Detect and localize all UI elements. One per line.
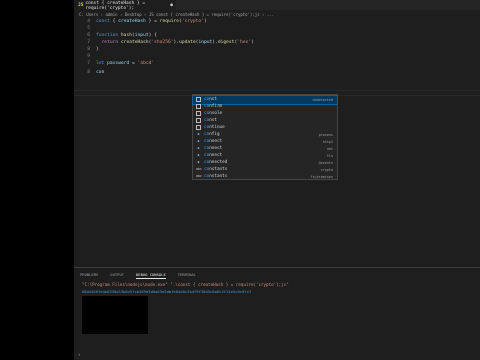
javascript-file-icon: JS	[78, 3, 84, 8]
suggestion-detail: @events	[318, 160, 333, 165]
line-number: 5	[87, 26, 90, 31]
suggestion-label: nfirm	[209, 104, 223, 110]
code-token: input	[198, 40, 213, 45]
code-token: require	[159, 19, 180, 24]
method-icon: ◆	[197, 132, 200, 137]
code-token: )	[203, 19, 207, 24]
editor-tab-label: const { createHash } = require('crypto')…	[85, 0, 146, 11]
terminal-overlay	[82, 296, 148, 334]
method-icon: ◆	[197, 146, 200, 151]
line-number: 8	[87, 47, 90, 52]
breadcrumb[interactable]: C: Users › admin › Desktop › JS const { …	[79, 12, 274, 17]
code-token: let	[96, 61, 108, 66]
console-prompt-icon[interactable]: ›	[78, 353, 81, 358]
suggestion-label: nnect	[209, 153, 223, 159]
suggestion-label: nst	[209, 118, 217, 124]
code-token: 'crypto'	[181, 19, 204, 24]
suggestion-label: nfig	[209, 132, 220, 138]
method-icon: ◆	[197, 160, 200, 165]
code-token: digest	[217, 40, 235, 45]
line-number: 7	[87, 40, 90, 45]
code-token: const	[96, 19, 113, 24]
keyword-icon	[196, 111, 201, 117]
code-line[interactable]: }	[96, 47, 99, 52]
suggestion-label: nstants	[209, 167, 228, 173]
panel-tab[interactable]: OUTPUT	[110, 272, 124, 279]
code-token: update	[179, 40, 196, 45]
code-line[interactable]: let password = 'abcd'	[96, 61, 154, 66]
tab-bar: JS const { createHash } = require('crypt…	[74, 0, 480, 11]
text-icon: abc	[196, 167, 202, 172]
bottom-panel: PROBLEMS OUTPUT DEBUG CONSOLE TERMINAL "C:\…	[74, 267, 480, 360]
debug-command-line: "C:\Program Files\nodejs\node.exe" ".\co…	[82, 282, 289, 287]
panel-tab[interactable]: DEBUG CONSOLE	[136, 272, 166, 279]
suggestion-label: nstants	[209, 174, 228, 180]
code-token: password	[107, 61, 130, 66]
panel-tabs: PROBLEMS OUTPUT DEBUG CONSOLE TERMINAL	[80, 272, 196, 279]
method-icon: ◆	[197, 139, 200, 144]
method-icon: ◆	[197, 153, 200, 158]
line-number: 4	[87, 19, 90, 24]
panel-tab[interactable]: PROBLEMS	[80, 272, 98, 279]
editor-tab[interactable]: JS const { createHash } = require('crypt…	[74, 0, 176, 11]
code-token: 'hex'	[237, 40, 252, 45]
code-editor[interactable]: 4 const { createHash } = require('crypto'…	[74, 19, 480, 267]
code-token: createHash	[118, 19, 146, 24]
suggestion-detail: Undetected	[312, 97, 333, 102]
suggestion-label: nst	[209, 97, 217, 103]
code-token: 'sha256'	[151, 40, 174, 45]
debug-output-line: 88d4266fd4e6338d13b845fcb289d3d8a63e5dbf…	[82, 289, 252, 294]
suggestion-label: nnect	[209, 139, 223, 145]
code-token: hash	[120, 33, 132, 38]
code-token: =	[129, 61, 138, 66]
code-token: }	[96, 47, 99, 52]
code-token: input	[134, 33, 149, 38]
panel-tab[interactable]: TERMINAL	[178, 272, 196, 279]
code-token: createHash	[120, 40, 149, 45]
code-token: ) {	[148, 33, 157, 38]
code-line[interactable]: return createHash('sha256').update(input…	[96, 40, 254, 45]
code-line[interactable]: const { createHash } = require('crypto')	[96, 19, 207, 24]
suggestion-detail: crypto	[320, 167, 333, 172]
keyword-icon	[196, 125, 201, 131]
code-token: n	[101, 70, 105, 75]
line-number: 6	[87, 33, 90, 38]
line-number: 8	[87, 70, 90, 75]
code-line[interactable]: function hash(input) {	[96, 33, 157, 38]
suggestion-label: nnect	[209, 146, 223, 152]
suggestion-label: ntinue	[209, 125, 225, 131]
code-token: 'abcd'	[137, 61, 155, 66]
suggestion-item[interactable]: abc co nstants fs/promises	[193, 173, 337, 182]
line-number: 7	[87, 61, 90, 66]
suggestion-label: nnected	[209, 160, 228, 166]
suggestion-detail: http2	[322, 139, 333, 144]
suggestion-detail: process	[318, 132, 333, 137]
code-token: function	[96, 33, 121, 38]
keyword-icon	[196, 104, 201, 110]
suggestion-detail: tls	[326, 153, 333, 158]
tab-close-icon[interactable]: ●	[170, 3, 173, 8]
vscode-window: JS const { createHash } = require('crypt…	[74, 0, 480, 360]
code-token: } =	[145, 19, 160, 24]
suggestion-detail: net	[326, 146, 333, 151]
suggestion-widget[interactable]: co nst Undetected co nfirm co nsole co nst co ntin…	[192, 94, 338, 180]
code-line[interactable]: con	[96, 70, 104, 75]
keyword-icon	[196, 97, 201, 103]
keyword-icon	[196, 118, 201, 124]
line-number: 9	[87, 54, 90, 59]
code-token: )	[251, 40, 254, 45]
suggestion-label: nsole	[209, 111, 223, 117]
text-icon: abc	[196, 174, 202, 179]
suggestion-detail: fs/promises	[310, 174, 333, 179]
code-token: return	[96, 40, 121, 45]
